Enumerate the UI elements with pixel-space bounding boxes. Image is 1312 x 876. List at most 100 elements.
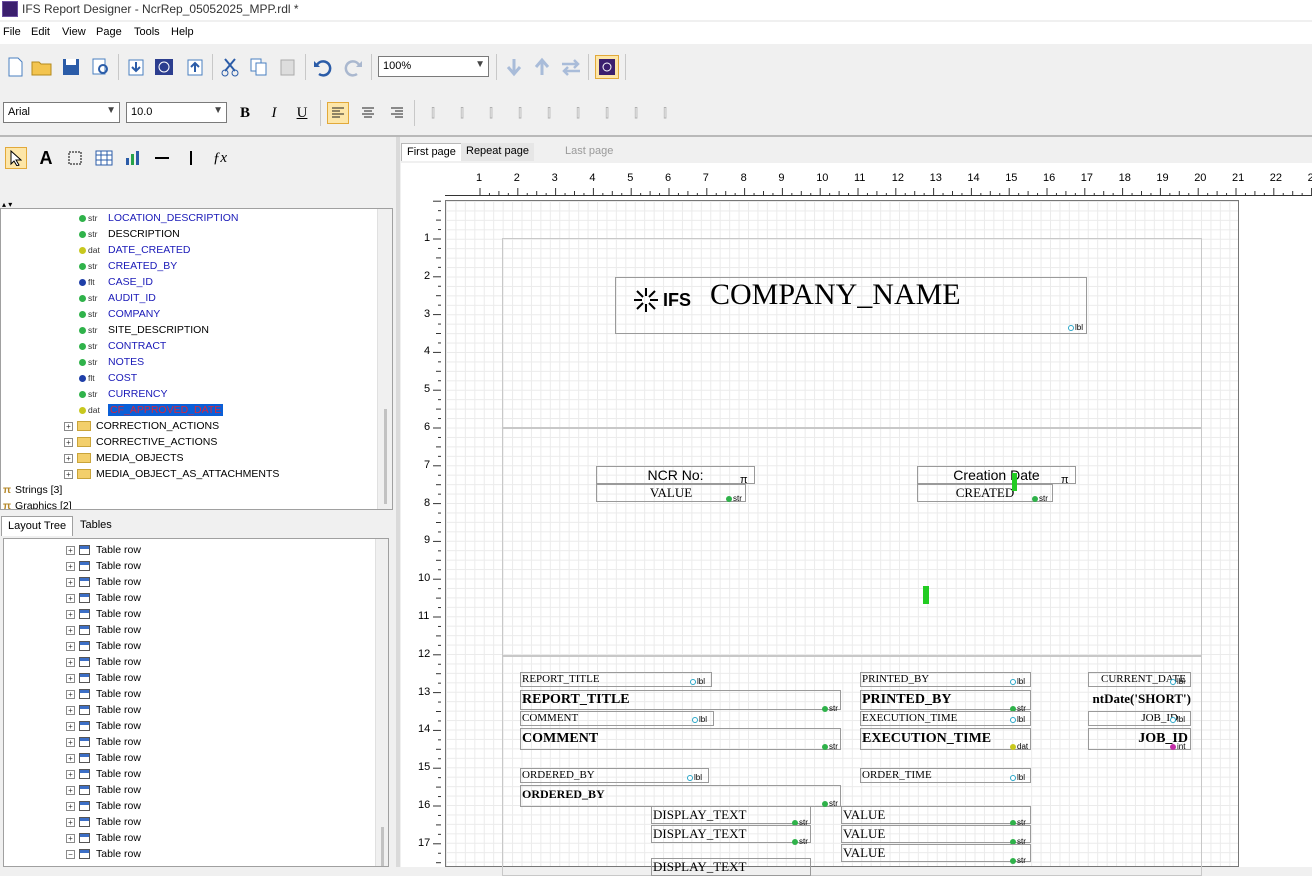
text-tool-icon[interactable]: A (35, 147, 57, 169)
move-down-icon[interactable] (502, 55, 526, 79)
field-node[interactable]: str CONTRACT (79, 338, 166, 354)
table-row-node[interactable]: + Table row (66, 718, 141, 734)
value-field[interactable]: VALUE (841, 806, 1031, 824)
creation-date-label[interactable]: Creation Date (917, 466, 1076, 484)
expand-icon[interactable]: + (66, 609, 75, 619)
pane-splitter[interactable] (396, 137, 400, 867)
align-objects-left-icon[interactable]: ⫿ (422, 102, 444, 124)
value-field[interactable]: VALUE (596, 484, 746, 502)
open-folder-icon[interactable] (30, 55, 54, 79)
field-node[interactable]: str AUDIT_ID (79, 290, 156, 306)
align-objects-middle-icon[interactable]: ⫿ (538, 102, 560, 124)
ifs-preview-icon[interactable] (595, 55, 619, 79)
redo-icon[interactable] (341, 55, 365, 79)
selection-handle[interactable] (923, 586, 929, 604)
expand-icon[interactable]: + (66, 593, 75, 603)
table-row-node[interactable]: + Table row (66, 734, 141, 750)
detail-section[interactable] (502, 656, 1202, 876)
chart-tool-icon[interactable] (122, 147, 144, 169)
selection-handle[interactable] (1012, 473, 1017, 491)
align-objects-right-icon[interactable]: ⫿ (480, 102, 502, 124)
pointer-tool-icon[interactable] (5, 147, 27, 169)
expand-icon[interactable]: + (66, 545, 75, 555)
table-row-node[interactable]: + Table row (66, 670, 141, 686)
display-text-field[interactable]: DISPLAY_TEXT (651, 806, 811, 824)
table-row-node[interactable]: + Table row (66, 798, 141, 814)
ncr-no-label[interactable]: NCR No: (596, 466, 755, 484)
vertical-line-icon[interactable] (180, 147, 202, 169)
bold-button[interactable]: B (234, 102, 256, 124)
menu-tools[interactable]: Tools (134, 26, 160, 38)
menu-help[interactable]: Help (171, 26, 194, 38)
align-center-button[interactable] (357, 102, 379, 124)
menu-page[interactable]: Page (96, 26, 122, 38)
same-width-icon[interactable]: ⫿ (596, 102, 618, 124)
new-file-icon[interactable] (3, 55, 27, 79)
value-field[interactable]: VALUE (841, 844, 1031, 862)
copy-icon[interactable] (247, 55, 271, 79)
folder-node[interactable]: + MEDIA_OBJECT_AS_ATTACHMENTS (64, 466, 279, 482)
ordered-by-label[interactable]: ORDERED_BY (520, 768, 709, 783)
field-node[interactable]: str CURRENCY (79, 386, 168, 402)
tab-first-page[interactable]: First page (401, 143, 462, 161)
printed-by-field[interactable]: PRINTED_BY (860, 690, 1031, 710)
field-node[interactable]: flt CASE_ID (79, 274, 153, 290)
paste-icon[interactable] (276, 55, 300, 79)
table-row-node[interactable]: + Table row (66, 622, 141, 638)
table-row-node[interactable]: + Table row (66, 606, 141, 622)
expand-icon[interactable]: + (66, 577, 75, 587)
align-objects-top-icon[interactable]: ⫿ (509, 102, 531, 124)
graphics-group[interactable]: π Graphics [2] (3, 498, 72, 509)
expand-icon[interactable]: + (66, 673, 75, 683)
tab-last-page[interactable]: Last page (560, 143, 618, 161)
zoom-select[interactable]: 100% ▼ (378, 56, 489, 77)
expand-icon[interactable]: + (66, 785, 75, 795)
save-icon[interactable] (59, 55, 83, 79)
body-section[interactable] (502, 428, 1202, 656)
expand-icon[interactable]: + (66, 657, 75, 667)
execution-time-field[interactable]: EXECUTION_TIME (860, 728, 1031, 750)
expand-icon[interactable]: + (66, 689, 75, 699)
field-tool-icon[interactable] (64, 147, 86, 169)
menu-file[interactable]: File (3, 26, 21, 38)
table-row-node[interactable]: − Table row (66, 846, 141, 862)
folder-node[interactable]: + CORRECTIVE_ACTIONS (64, 434, 217, 450)
expand-icon[interactable]: + (66, 721, 75, 731)
tab-tables[interactable]: Tables (74, 516, 118, 536)
current-date-field[interactable]: ntDate('SHORT') (1088, 690, 1191, 710)
expand-icon[interactable]: + (66, 753, 75, 763)
field-node[interactable]: str SITE_DESCRIPTION (79, 322, 209, 338)
align-right-button[interactable] (386, 102, 408, 124)
report-title-field[interactable]: REPORT_TITLE (520, 690, 841, 710)
cut-icon[interactable] (218, 55, 242, 79)
expand-icon[interactable]: + (66, 625, 75, 635)
italic-button[interactable]: I (263, 102, 285, 124)
expand-icon[interactable]: + (66, 769, 75, 779)
report-page[interactable]: IFS COMPANY_NAME lbl NCR No: π VALUE str… (445, 200, 1239, 876)
table-row-node[interactable]: + Table row (66, 766, 141, 782)
font-select[interactable]: Arial ▼ (3, 102, 120, 123)
align-objects-center-icon[interactable]: ⫿ (451, 102, 473, 124)
menu-view[interactable]: View (62, 26, 86, 38)
table-row-node[interactable]: + Table row (66, 638, 141, 654)
table-row-node[interactable]: + Table row (66, 654, 141, 670)
value-field[interactable]: VALUE (841, 825, 1031, 843)
folder-node[interactable]: + MEDIA_OBJECTS (64, 450, 184, 466)
table-row-node[interactable]: + Table row (66, 574, 141, 590)
field-node[interactable]: str CREATED_BY (79, 258, 177, 274)
folder-node[interactable]: + CORRECTION_ACTIONS (64, 418, 219, 434)
table-row-node[interactable]: + Table row (66, 558, 141, 574)
expand-icon[interactable]: + (66, 705, 75, 715)
undo-icon[interactable] (311, 55, 335, 79)
display-text-field[interactable]: DISPLAY_TEXT (651, 825, 811, 843)
table-row-node[interactable]: + Table row (66, 750, 141, 766)
expand-icon[interactable]: + (66, 833, 75, 843)
comment-label[interactable]: COMMENT (520, 711, 714, 726)
expand-icon[interactable]: + (66, 641, 75, 651)
table-row-node[interactable]: + Table row (66, 590, 141, 606)
font-size-select[interactable]: 10.0 ▼ (126, 102, 227, 123)
print-preview-icon[interactable] (89, 55, 113, 79)
company-name-field[interactable]: COMPANY_NAME (694, 277, 1086, 315)
strings-group[interactable]: π Strings [3] (3, 482, 62, 498)
field-node[interactable]: flt COST (79, 370, 137, 386)
